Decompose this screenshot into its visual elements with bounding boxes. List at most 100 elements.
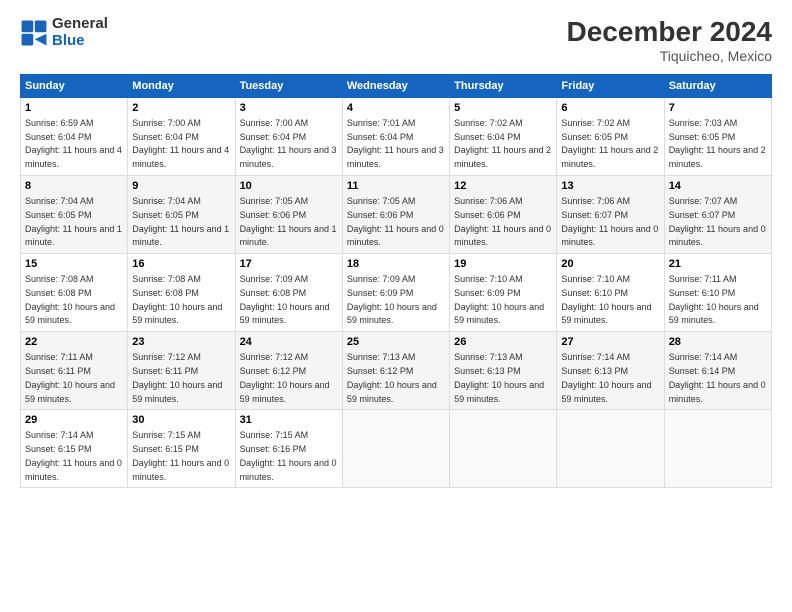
day-info: Sunrise: 7:09 AMSunset: 6:09 PMDaylight:…	[347, 274, 437, 325]
logo-line2: Blue	[52, 33, 108, 50]
header: General Blue December 2024 Tiquicheo, Me…	[20, 16, 772, 64]
day-number: 11	[347, 179, 445, 194]
calendar-cell: 22 Sunrise: 7:11 AMSunset: 6:11 PMDayligh…	[21, 332, 128, 410]
main-title: December 2024	[567, 16, 772, 48]
day-number: 8	[25, 179, 123, 194]
day-info: Sunrise: 7:04 AMSunset: 6:05 PMDaylight:…	[25, 196, 122, 247]
calendar-cell: 13 Sunrise: 7:06 AMSunset: 6:07 PMDayligh…	[557, 176, 664, 254]
calendar-table: Sunday Monday Tuesday Wednesday Thursday…	[20, 74, 772, 488]
calendar-cell: 20Sunrise: 7:10 AMSunset: 6:10 PMDayligh…	[557, 254, 664, 332]
calendar-cell: 5Sunrise: 7:02 AMSunset: 6:04 PMDaylight…	[450, 98, 557, 176]
day-info: Sunrise: 7:11 AMSunset: 6:10 PMDaylight:…	[669, 274, 759, 325]
day-info: Sunrise: 7:15 AMSunset: 6:16 PMDaylight:…	[240, 430, 337, 481]
day-info: Sunrise: 7:05 AMSunset: 6:06 PMDaylight:…	[240, 196, 337, 247]
calendar-cell: 10Sunrise: 7:05 AMSunset: 6:06 PMDayligh…	[235, 176, 342, 254]
col-wednesday: Wednesday	[342, 75, 449, 98]
day-info: Sunrise: 7:14 AMSunset: 6:13 PMDaylight:…	[561, 352, 651, 403]
day-number: 25	[347, 335, 445, 350]
day-number: 16	[132, 257, 230, 272]
day-number: 7	[669, 101, 767, 116]
title-block: December 2024 Tiquicheo, Mexico	[567, 16, 772, 64]
calendar-cell: 25 Sunrise: 7:13 AMSunset: 6:12 PMDayligh…	[342, 332, 449, 410]
calendar-cell: 18 Sunrise: 7:09 AMSunset: 6:09 PMDayligh…	[342, 254, 449, 332]
day-info: Sunrise: 7:08 AMSunset: 6:08 PMDaylight:…	[25, 274, 115, 325]
week-row-3: 15 Sunrise: 7:08 AMSunset: 6:08 PMDayligh…	[21, 254, 772, 332]
calendar-cell: 27 Sunrise: 7:14 AMSunset: 6:13 PMDayligh…	[557, 332, 664, 410]
calendar-cell: 31 Sunrise: 7:15 AMSunset: 6:16 PMDayligh…	[235, 410, 342, 488]
day-info: Sunrise: 7:14 AMSunset: 6:14 PMDaylight:…	[669, 352, 766, 403]
calendar-cell	[664, 410, 771, 488]
day-number: 26	[454, 335, 552, 350]
subtitle: Tiquicheo, Mexico	[567, 48, 772, 64]
day-number: 28	[669, 335, 767, 350]
logo-line1: General	[52, 16, 108, 33]
day-number: 15	[25, 257, 123, 272]
day-info: Sunrise: 7:08 AMSunset: 6:08 PMDaylight:…	[132, 274, 222, 325]
day-info: Sunrise: 7:15 AMSunset: 6:15 PMDaylight:…	[132, 430, 229, 481]
day-number: 31	[240, 413, 338, 428]
calendar-cell: 28 Sunrise: 7:14 AMSunset: 6:14 PMDayligh…	[664, 332, 771, 410]
day-number: 22	[25, 335, 123, 350]
day-info: Sunrise: 7:02 AMSunset: 6:05 PMDaylight:…	[561, 118, 658, 169]
calendar-cell: 17Sunrise: 7:09 AMSunset: 6:08 PMDayligh…	[235, 254, 342, 332]
day-info: Sunrise: 6:59 AMSunset: 6:04 PMDaylight:…	[25, 118, 122, 169]
day-number: 24	[240, 335, 338, 350]
day-number: 9	[132, 179, 230, 194]
calendar-cell: 6 Sunrise: 7:02 AMSunset: 6:05 PMDaylight…	[557, 98, 664, 176]
day-number: 14	[669, 179, 767, 194]
calendar-cell: 29Sunrise: 7:14 AMSunset: 6:15 PMDayligh…	[21, 410, 128, 488]
day-number: 3	[240, 101, 338, 116]
day-number: 19	[454, 257, 552, 272]
calendar-cell: 21 Sunrise: 7:11 AMSunset: 6:10 PMDayligh…	[664, 254, 771, 332]
day-info: Sunrise: 7:00 AMSunset: 6:04 PMDaylight:…	[132, 118, 229, 169]
day-number: 6	[561, 101, 659, 116]
calendar-cell	[450, 410, 557, 488]
col-thursday: Thursday	[450, 75, 557, 98]
calendar-cell: 26 Sunrise: 7:13 AMSunset: 6:13 PMDayligh…	[450, 332, 557, 410]
header-row: Sunday Monday Tuesday Wednesday Thursday…	[21, 75, 772, 98]
day-number: 1	[25, 101, 123, 116]
day-info: Sunrise: 7:11 AMSunset: 6:11 PMDaylight:…	[25, 352, 115, 403]
logo-icon	[20, 19, 48, 47]
day-number: 23	[132, 335, 230, 350]
calendar-body: 1 Sunrise: 6:59 AMSunset: 6:04 PMDaylight…	[21, 98, 772, 488]
week-row-2: 8 Sunrise: 7:04 AMSunset: 6:05 PMDaylight…	[21, 176, 772, 254]
week-row-4: 22 Sunrise: 7:11 AMSunset: 6:11 PMDayligh…	[21, 332, 772, 410]
day-number: 13	[561, 179, 659, 194]
page: General Blue December 2024 Tiquicheo, Me…	[0, 0, 792, 612]
day-number: 12	[454, 179, 552, 194]
col-saturday: Saturday	[664, 75, 771, 98]
day-info: Sunrise: 7:09 AMSunset: 6:08 PMDaylight:…	[240, 274, 330, 325]
week-row-1: 1 Sunrise: 6:59 AMSunset: 6:04 PMDaylight…	[21, 98, 772, 176]
day-number: 30	[132, 413, 230, 428]
day-info: Sunrise: 7:06 AMSunset: 6:06 PMDaylight:…	[454, 196, 551, 247]
day-number: 18	[347, 257, 445, 272]
day-info: Sunrise: 7:12 AMSunset: 6:12 PMDaylight:…	[240, 352, 330, 403]
col-sunday: Sunday	[21, 75, 128, 98]
day-info: Sunrise: 7:10 AMSunset: 6:10 PMDaylight:…	[561, 274, 651, 325]
calendar-cell: 3Sunrise: 7:00 AMSunset: 6:04 PMDaylight…	[235, 98, 342, 176]
day-info: Sunrise: 7:10 AMSunset: 6:09 PMDaylight:…	[454, 274, 544, 325]
calendar-cell: 2 Sunrise: 7:00 AMSunset: 6:04 PMDaylight…	[128, 98, 235, 176]
calendar-header: Sunday Monday Tuesday Wednesday Thursday…	[21, 75, 772, 98]
calendar-cell: 19 Sunrise: 7:10 AMSunset: 6:09 PMDayligh…	[450, 254, 557, 332]
calendar-cell: 1 Sunrise: 6:59 AMSunset: 6:04 PMDaylight…	[21, 98, 128, 176]
calendar-cell: 23 Sunrise: 7:12 AMSunset: 6:11 PMDayligh…	[128, 332, 235, 410]
logo: General Blue	[20, 16, 108, 49]
day-number: 27	[561, 335, 659, 350]
calendar-cell: 8 Sunrise: 7:04 AMSunset: 6:05 PMDaylight…	[21, 176, 128, 254]
calendar-cell: 16 Sunrise: 7:08 AMSunset: 6:08 PMDayligh…	[128, 254, 235, 332]
calendar-cell: 24 Sunrise: 7:12 AMSunset: 6:12 PMDayligh…	[235, 332, 342, 410]
day-number: 2	[132, 101, 230, 116]
day-info: Sunrise: 7:02 AMSunset: 6:04 PMDaylight:…	[454, 118, 551, 169]
calendar-cell: 11Sunrise: 7:05 AMSunset: 6:06 PMDayligh…	[342, 176, 449, 254]
day-info: Sunrise: 7:12 AMSunset: 6:11 PMDaylight:…	[132, 352, 222, 403]
day-number: 21	[669, 257, 767, 272]
day-info: Sunrise: 7:13 AMSunset: 6:12 PMDaylight:…	[347, 352, 437, 403]
day-number: 29	[25, 413, 123, 428]
calendar-cell: 14 Sunrise: 7:07 AMSunset: 6:07 PMDayligh…	[664, 176, 771, 254]
day-info: Sunrise: 7:13 AMSunset: 6:13 PMDaylight:…	[454, 352, 544, 403]
day-info: Sunrise: 7:07 AMSunset: 6:07 PMDaylight:…	[669, 196, 766, 247]
calendar-cell: 4Sunrise: 7:01 AMSunset: 6:04 PMDaylight…	[342, 98, 449, 176]
day-info: Sunrise: 7:06 AMSunset: 6:07 PMDaylight:…	[561, 196, 658, 247]
